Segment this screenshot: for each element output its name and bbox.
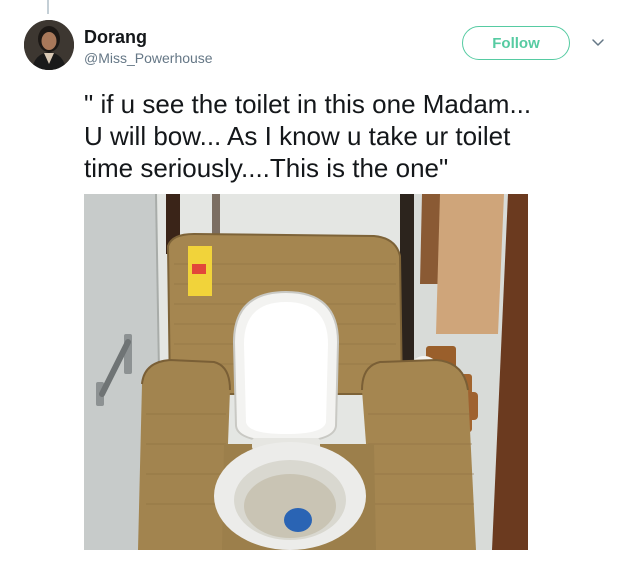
- tweet-text: " if u see the toilet in this one Madam.…: [84, 89, 532, 183]
- author-display-name[interactable]: Dorang: [84, 26, 213, 48]
- toilet-armchair-photo: [84, 194, 528, 550]
- thread-connector-line: [47, 0, 49, 14]
- avatar[interactable]: [24, 20, 74, 70]
- tweet-media-photo[interactable]: [84, 194, 528, 550]
- follow-button[interactable]: Follow: [462, 26, 570, 60]
- tweet-author: Dorang @Miss_Powerhouse: [84, 26, 213, 68]
- avatar-image: [24, 20, 74, 70]
- chevron-down-icon[interactable]: [590, 36, 606, 50]
- author-handle[interactable]: @Miss_Powerhouse: [84, 48, 213, 68]
